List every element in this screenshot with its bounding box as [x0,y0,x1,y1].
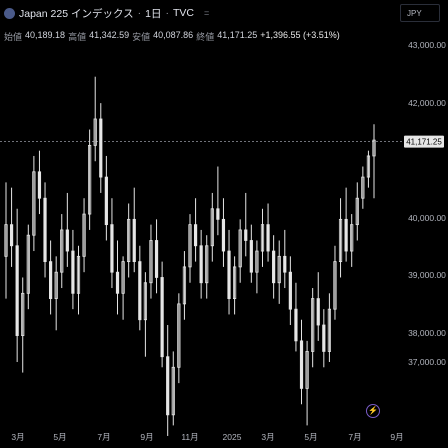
candle-body [49,261,53,300]
high-label: 高値 [68,32,87,42]
candlestick-chart[interactable]: 43,000.0042,000.0040,000.0039,000.0038,0… [0,0,448,448]
price-axis-label: 40,000.00 [408,213,446,223]
time-axis-label: 5月 [304,432,317,442]
symbol-title-row[interactable]: Japan 225 インデックス · 1日 · TVC = [4,6,209,20]
time-axis-label: 3月 [11,432,24,442]
price-axis-label: 38,000.00 [408,328,446,338]
title-separator: · [165,7,170,19]
open-label: 始値 [4,32,23,42]
candle-body [104,176,108,226]
ohlc-values: 始値 40,189.18 高値 41,342.59 安値 40,087.86 終… [4,30,340,43]
candle-body [37,171,42,199]
open-value: 40,189.18 [25,30,66,40]
time-axis-label: 3月 [261,432,274,442]
low-value: 40,087.86 [153,30,194,40]
candle-body [71,250,75,294]
candle-body [249,240,253,273]
candle-body [199,245,203,284]
equals-icon[interactable]: = [204,8,209,18]
candle-body [132,218,136,263]
candle-body [115,271,120,294]
high-value: 41,342.59 [89,30,130,40]
candle-body [15,245,19,336]
symbol-name[interactable]: Japan 225 インデックス [19,6,134,21]
time-axis-label: 9月 [140,432,153,442]
candle-body [272,250,276,284]
candle-body [9,224,14,247]
time-axis-label: 7月 [97,432,110,442]
candle-body [316,298,320,326]
candle-body [299,340,304,389]
candle-body [154,240,159,278]
candle-body [216,208,220,220]
change-value: +1,396.55 (+3.51%) [260,30,340,40]
candle-body [227,250,231,300]
time-axis-label: 11月 [181,432,198,442]
price-axis-label: 42,000.00 [408,98,446,108]
candle-body [283,255,287,273]
candle-body [65,229,69,252]
time-axis-label: 9月 [390,432,403,442]
candle-body [266,224,270,252]
candle-body [43,197,47,263]
interval-label[interactable]: 1日 [145,6,161,21]
price-axis-label: 39,000.00 [408,270,446,280]
candle-body [294,308,298,342]
time-axis-label: 2025 [223,432,242,442]
currency-selector[interactable]: JPY [400,4,440,22]
candle-body [160,277,164,358]
close-value: 41,171.25 [217,30,258,40]
price-axis-label: 37,000.00 [408,357,446,367]
last-price-label: 41,171.25 [406,138,442,147]
low-label: 安値 [132,32,151,42]
time-axis-label: 5月 [53,432,66,442]
candle-body [110,224,114,273]
japan-flag-icon [4,7,15,19]
candle-body [322,324,326,352]
candle-body [166,356,170,416]
time-axis-label: 7月 [348,432,361,442]
candle-body [138,261,142,321]
candle-body [244,229,248,241]
lightning-icon[interactable]: ⚡ [366,404,380,418]
close-label: 終値 [196,32,215,42]
source-label: TVC [173,7,194,19]
title-separator: · [137,7,142,19]
chart-header: Japan 225 インデックス · 1日 · TVC = 始値 40,189.… [0,0,448,60]
candle-body [344,218,348,252]
candle-body [288,271,292,310]
candle-body [99,118,103,178]
candle-body [193,224,198,247]
candle-body [221,218,226,252]
